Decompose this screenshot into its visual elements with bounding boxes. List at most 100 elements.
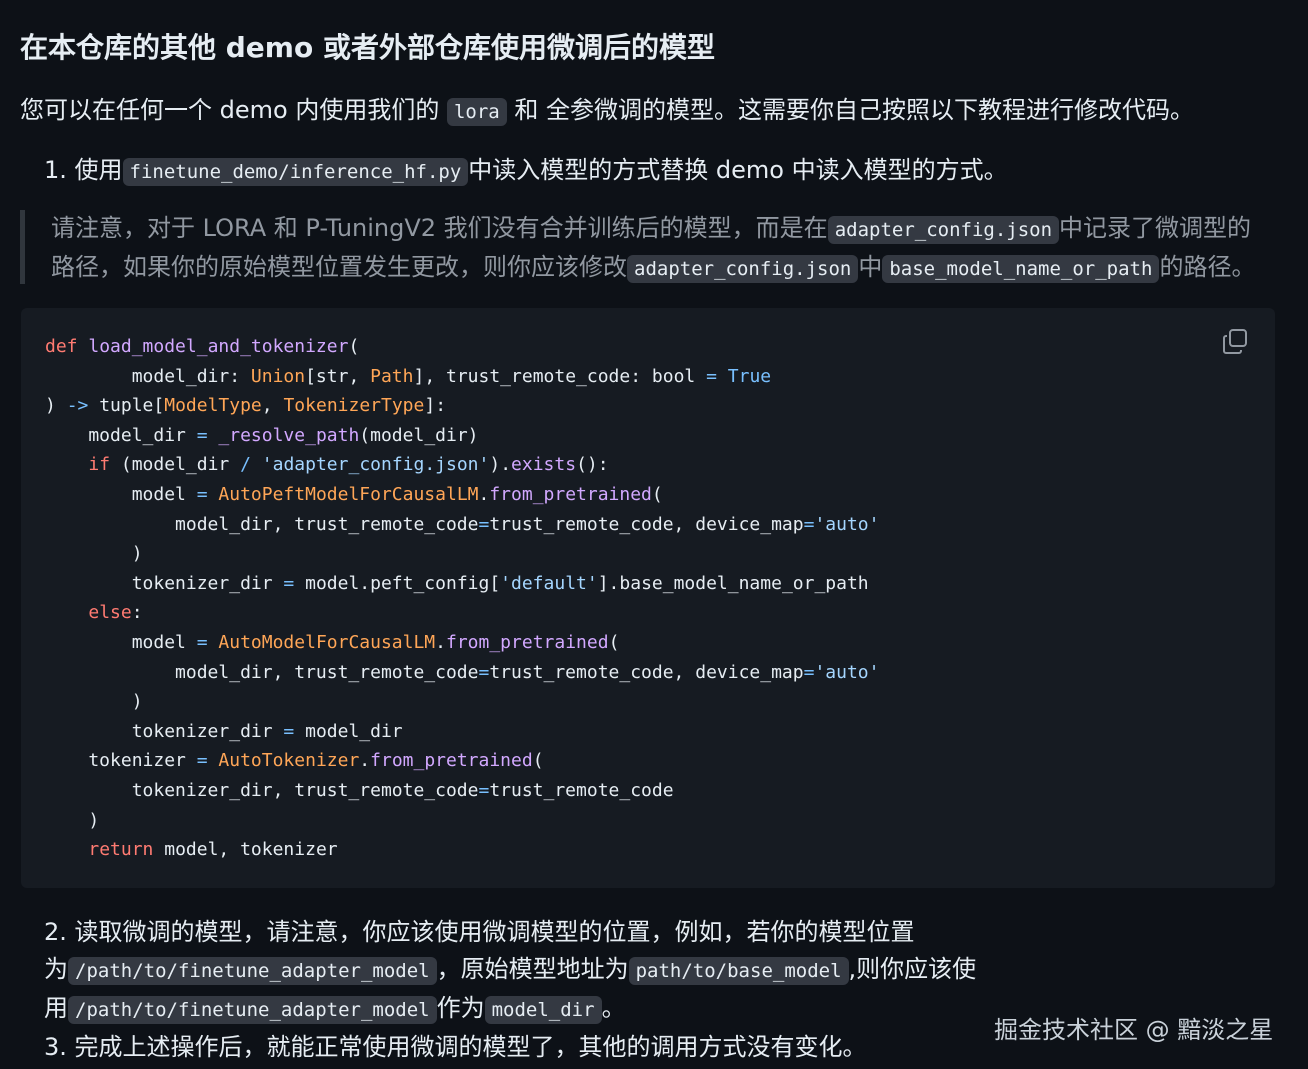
code-token: ModelType	[164, 395, 262, 417]
code-line: model_dir, trust_remote_code=trust_remot…	[45, 658, 879, 688]
code-token: from_pretrained	[446, 631, 609, 653]
code-token: (	[532, 750, 544, 772]
code-token: 'adapter_config.json'	[261, 454, 490, 476]
code-token: model_dir	[294, 720, 403, 742]
code-token: True	[727, 365, 772, 387]
code-token: AutoPeftModelForCausalLM	[218, 483, 479, 505]
intro-paragraph: 您可以在任何一个 demo 内使用我们的 lora 和 全参微调的模型。这需要你…	[20, 92, 1194, 130]
code-token: )	[45, 543, 143, 565]
code-token: ).	[489, 454, 512, 476]
note-text-3: 中	[858, 253, 883, 281]
code-token: 'auto'	[814, 661, 880, 683]
list-number: 2.	[44, 918, 67, 946]
code-line: model = AutoPeftModelForCausalLM.from_pr…	[45, 480, 879, 510]
code-block: def load_model_and_tokenizer( model_dir:…	[21, 308, 1275, 888]
code-token: =	[283, 572, 295, 594]
inline-code-inference-file: finetune_demo/inference_hf.py	[122, 158, 469, 186]
inline-code-model-dir: model_dir	[484, 996, 602, 1024]
code-token: =	[196, 424, 208, 446]
code-token: ].base_model_name_or_path	[597, 572, 869, 594]
inline-code-lora: lora	[446, 98, 507, 126]
code-line: ) -> tuple[ModelType, TokenizerType]:	[45, 391, 879, 421]
code-line: )	[45, 687, 879, 717]
code-line: model = AutoModelForCausalLM.from_pretra…	[45, 628, 879, 658]
code-token: .	[359, 750, 371, 772]
code-line: tokenizer_dir = model_dir	[45, 717, 879, 747]
code-token: _resolve_path	[218, 424, 360, 446]
section-heading: 在本仓库的其他 demo 或者外部仓库使用微调后的模型	[20, 31, 715, 64]
code-token: ], trust_remote_code: bool	[413, 365, 707, 387]
code-token: )	[45, 395, 67, 417]
step2-text-5: 。	[601, 994, 626, 1022]
list-number: 1.	[44, 156, 67, 184]
code-line: def load_model_and_tokenizer(	[45, 332, 879, 362]
code-token: =	[478, 513, 490, 535]
code-token: model_dir, trust_remote_code	[45, 513, 479, 535]
code-token: TokenizerType	[283, 395, 425, 417]
code-line: model_dir, trust_remote_code=trust_remot…	[45, 510, 879, 540]
code-token: =	[803, 513, 815, 535]
code-token: model_dir	[45, 424, 197, 446]
code-token: exists	[511, 454, 577, 476]
code-token: )	[45, 809, 100, 831]
code-token: =	[803, 661, 815, 683]
copy-icon	[1223, 329, 1247, 354]
code-token: from_pretrained	[489, 483, 652, 505]
step1-text: 使用	[74, 156, 123, 184]
code-token: tokenizer_dir	[45, 572, 284, 594]
watermark: 掘金技术社区 @ 黯淡之星	[994, 1016, 1274, 1044]
code-line: tokenizer = AutoTokenizer.from_pretraine…	[45, 746, 879, 776]
code-token: Union	[250, 365, 306, 387]
list-number: 3.	[44, 1033, 67, 1061]
code-token: ->	[66, 395, 89, 417]
note-text-4: 的路径。	[1159, 253, 1256, 281]
list-item-step-3: 3. 完成上述操作后，就能正常使用微调的模型了，其他的调用方式没有变化。	[44, 1029, 1024, 1066]
list-item-step-2: 2. 读取微调的模型，请注意，你应该使用微调模型的位置，例如，若你的模型位置为 /…	[44, 914, 1024, 1029]
step2-text-4: 作为	[436, 994, 485, 1022]
code-token: Path	[370, 365, 414, 387]
code-line: model_dir: Union[str, Path], trust_remot…	[45, 362, 879, 392]
code-line: model_dir = _resolve_path(model_dir)	[45, 421, 879, 451]
steps-list: 2. 读取微调的模型，请注意，你应该使用微调模型的位置，例如，若你的模型位置为 /…	[44, 914, 1024, 1066]
step1-text-after: 中读入模型的方式替换 demo 中读入模型的方式。	[468, 156, 1008, 184]
code-token: :	[131, 602, 143, 624]
code-token: =	[283, 720, 295, 742]
code-token: =	[706, 365, 717, 387]
code-line: )	[45, 806, 879, 836]
code-token: trust_remote_code, device_map	[489, 661, 804, 683]
code-token: (model_dir)	[359, 424, 479, 446]
code-token: tokenizer	[45, 750, 197, 772]
code-token: ,	[261, 395, 284, 417]
code-token: =	[196, 750, 208, 772]
code-token: /	[240, 454, 251, 476]
list-item-step-1: 1. 使用 finetune_demo/inference_hf.py 中读入模型的…	[44, 152, 1008, 190]
code-token: =	[478, 779, 490, 801]
code-token: tuple[	[88, 395, 165, 417]
note-text: 请注意，对于 LORA 和 P-TuningV2 我们没有合并训练后的模型，而是…	[25, 210, 1265, 288]
code-line: tokenizer_dir, trust_remote_code=trust_r…	[45, 776, 879, 806]
copy-button[interactable]	[1221, 326, 1251, 356]
code-token: tokenizer_dir, trust_remote_code	[45, 779, 479, 801]
code-token: (	[608, 631, 620, 653]
code-token: trust_remote_code	[489, 779, 674, 801]
code-token: .	[435, 631, 446, 653]
intro-text-after: 和 全参微调的模型。这需要你自己按照以下教程进行修改代码。	[506, 96, 1194, 124]
code-token: )	[45, 691, 143, 713]
code-line: tokenizer_dir = model.peft_config['defau…	[45, 569, 879, 599]
inline-code-adapter-config-2: adapter_config.json	[627, 255, 859, 283]
code-token: =	[196, 631, 208, 653]
code-token: load_model_and_tokenizer	[88, 336, 349, 357]
step3-text: 完成上述操作后，就能正常使用微调的模型了，其他的调用方式没有变化。	[74, 1033, 867, 1061]
code-line: else:	[45, 598, 879, 628]
note-text-1: 请注意，对于 LORA 和 P-TuningV2 我们没有合并训练后的模型，而是…	[51, 214, 828, 242]
code-token: model.peft_config[	[294, 572, 501, 594]
code-lines: def load_model_and_tokenizer( model_dir:…	[45, 332, 879, 865]
code-token: def	[45, 336, 89, 357]
code-line: return model, tokenizer	[45, 835, 879, 865]
code-line: if (model_dir / 'adapter_config.json').e…	[45, 450, 879, 480]
code-token: 'default'	[500, 572, 598, 594]
